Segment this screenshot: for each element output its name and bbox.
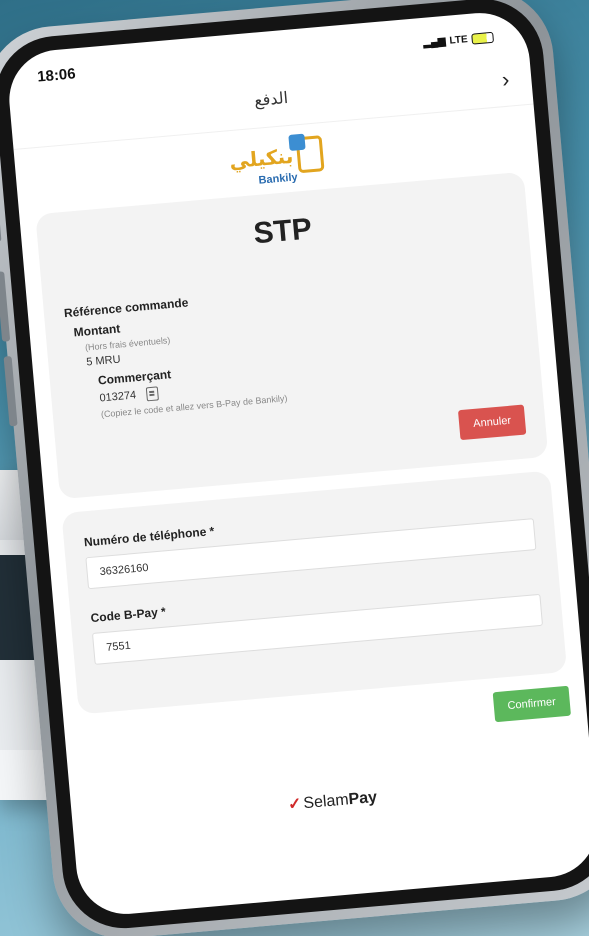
status-time: 18:06 — [36, 64, 77, 86]
payment-summary-card: STP Référence commande Montant (Hors fra… — [35, 171, 549, 500]
copy-icon[interactable] — [145, 386, 159, 402]
back-arrow-icon[interactable]: › — [501, 67, 511, 94]
selampay-logo: ✓SelamPay — [72, 768, 589, 833]
bankily-arabic-text: بنكيلي — [228, 143, 295, 174]
phone-side-button — [0, 201, 2, 243]
selampay-prefix: Selam — [302, 791, 350, 813]
selampay-suffix: Pay — [347, 788, 378, 809]
phone-volume-up — [0, 271, 11, 342]
cancel-button[interactable]: Annuler — [458, 404, 527, 441]
network-label: LTE — [449, 33, 469, 47]
payment-form-card: Numéro de téléphone * Code B-Pay * — [61, 470, 568, 715]
phone-screen: 18:06 ▂▄▆ LTE الدفع › بنكيلي Bankily STP… — [5, 8, 589, 919]
battery-icon — [471, 31, 495, 45]
confirm-button[interactable]: Confirmer — [492, 685, 571, 723]
selampay-mark-icon: ✓ — [287, 795, 303, 814]
mobile-phone-icon — [295, 135, 325, 174]
merchant-code: 013274 — [99, 389, 137, 405]
signal-icon: ▂▄▆ — [422, 35, 447, 49]
merchant-title: STP — [252, 212, 314, 251]
bankily-name: Bankily — [258, 171, 299, 187]
page-title: الدفع — [253, 87, 289, 110]
status-icons: ▂▄▆ LTE — [422, 31, 495, 49]
phone-volume-down — [3, 355, 18, 427]
phone-frame: 18:06 ▂▄▆ LTE الدفع › بنكيلي Bankily STP… — [0, 0, 589, 936]
